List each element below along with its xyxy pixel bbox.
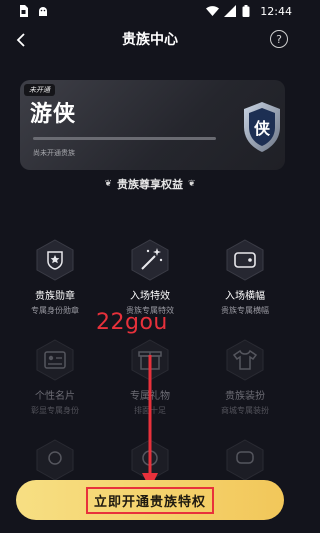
tshirt-icon — [223, 338, 267, 382]
perk-item[interactable]: 入场特效 贵族专属特效 — [105, 238, 195, 316]
magic-wand-icon — [128, 238, 172, 282]
perk-item[interactable]: 入场横幅 贵族专属横幅 — [200, 238, 290, 316]
progress-bar — [33, 137, 216, 140]
status-left-icons — [18, 5, 206, 17]
wifi-icon — [206, 5, 220, 17]
watermark-text: 22gou — [96, 310, 168, 335]
perk-name: 个性名片 — [35, 391, 75, 402]
chevron-left-icon — [16, 33, 25, 47]
perk-name: 入场横幅 — [225, 291, 265, 302]
status-time: 12:44 — [260, 4, 292, 18]
perk-item[interactable]: 贵族勋章 专属身份勋章 — [10, 238, 100, 316]
perk-desc: 贵族专属横幅 — [221, 306, 269, 315]
perk-item-partial[interactable] — [10, 438, 100, 482]
tier-shield-icon: 侠 — [238, 100, 285, 154]
sim-card-icon — [18, 5, 30, 17]
perk-item-partial[interactable] — [200, 438, 290, 482]
name-card-icon — [33, 338, 77, 382]
badge-char: 侠 — [254, 119, 271, 138]
perk-name: 入场特效 — [130, 291, 170, 302]
status-right-icons: 12:44 — [206, 5, 292, 18]
nav-header: 贵族中心 ? — [0, 22, 300, 56]
perk-desc: 彰显专属身份 — [31, 406, 79, 415]
question-icon: ? — [276, 32, 282, 46]
location-icon — [33, 438, 77, 482]
status-bar: 12:44 — [0, 0, 300, 22]
left-wing-icon: ❦ — [104, 179, 112, 189]
perk-name: 贵族装扮 — [225, 391, 265, 402]
activate-nobility-button[interactable]: 立即开通贵族特权 — [16, 480, 284, 520]
membership-status: 尚未开通贵族 — [33, 149, 75, 157]
battery-icon — [242, 5, 254, 17]
tier-name: 游侠 — [30, 102, 77, 127]
perk-item[interactable]: 贵族装扮 商城专属装扮 — [200, 338, 290, 416]
benefits-section-title: ❦ 贵族尊享权益 ❦ — [0, 176, 300, 192]
medal-icon — [33, 238, 77, 282]
perk-item[interactable]: 个性名片 彰显专属身份 — [10, 338, 100, 416]
activate-button-label: 立即开通贵族特权 — [85, 486, 214, 514]
page-title: 贵族中心 — [122, 32, 178, 48]
help-button[interactable]: ? — [270, 30, 288, 48]
membership-card: 未开通 游侠 尚未开通贵族 侠 — [20, 80, 285, 170]
benefits-title-text: 贵族尊享权益 — [117, 178, 183, 191]
perk-desc: 专属身份勋章 — [31, 306, 79, 315]
banner-icon — [223, 238, 267, 282]
android-icon — [37, 5, 49, 17]
cell-signal-icon — [224, 5, 237, 17]
chat-bubble-icon — [223, 438, 267, 482]
back-button[interactable] — [10, 29, 32, 51]
status-badge: 未开通 — [24, 84, 55, 96]
perk-desc: 商城专属装扮 — [221, 406, 269, 415]
perk-name: 贵族勋章 — [35, 291, 75, 302]
annotation-arrow-icon — [142, 355, 158, 489]
right-wing-icon: ❦ — [188, 179, 196, 189]
